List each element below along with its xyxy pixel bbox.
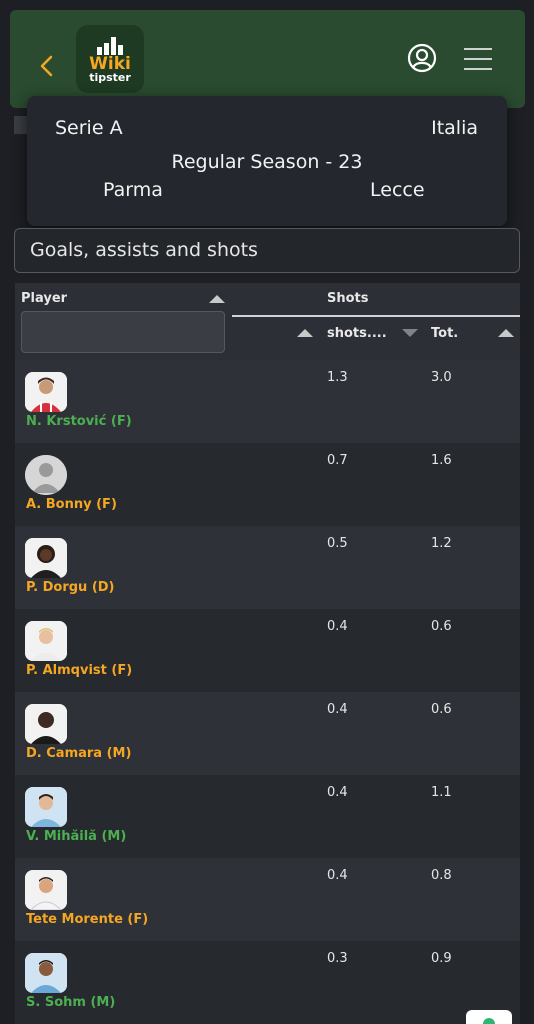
sort-up-icon[interactable] (209, 295, 225, 303)
shots-per-match-value: 0.4 (327, 619, 348, 634)
shots-per-match-value: 0.7 (327, 453, 348, 468)
player-filter-input[interactable] (21, 311, 225, 353)
menu-button[interactable] (462, 46, 494, 72)
total-shots-value: 1.2 (431, 536, 452, 551)
logo-word-wiki: Wiki (89, 54, 131, 74)
floating-action-button[interactable] (466, 1010, 512, 1024)
shots-group-header: Shots (327, 291, 369, 306)
table-row[interactable]: S. Sohm (M) 0.3 0.9 (15, 941, 520, 1024)
shots-per-match-value: 0.4 (327, 702, 348, 717)
player-avatar (25, 372, 67, 412)
table-row[interactable]: D. Camara (M) 0.4 0.6 (15, 692, 520, 775)
player-name[interactable]: P. Dorgu (D) (26, 580, 115, 595)
sort-up-icon[interactable] (297, 329, 313, 337)
player-avatar (25, 787, 67, 827)
total-shots-value: 1.1 (431, 785, 452, 800)
section-title: Goals, assists and shots (30, 239, 258, 261)
player-avatar (25, 704, 67, 744)
player-name[interactable]: Tete Morente (F) (26, 912, 148, 927)
status-dot-icon (483, 1018, 495, 1024)
table-row[interactable]: V. Mihăilă (M) 0.4 1.1 (15, 775, 520, 858)
total-shots-header[interactable]: Tot. (431, 326, 458, 341)
logo-bars-icon (97, 37, 123, 55)
user-circle-icon (407, 43, 437, 73)
round-label: Regular Season - 23 (171, 151, 363, 173)
player-avatar (25, 953, 67, 993)
table-row[interactable]: A. Bonny (F) 0.7 1.6 (15, 443, 520, 526)
total-shots-value: 0.6 (431, 619, 452, 634)
background-strip (14, 116, 28, 134)
shots-per-match-value: 0.4 (327, 868, 348, 883)
default-user-icon (25, 455, 67, 495)
country-name: Italia (431, 117, 478, 139)
shots-per-match-value: 0.3 (327, 951, 348, 966)
home-team[interactable]: Parma (103, 179, 163, 201)
player-name[interactable]: D. Camara (M) (26, 746, 131, 761)
player-name[interactable]: A. Bonny (F) (26, 497, 117, 512)
table-row[interactable]: P. Almqvist (F) 0.4 0.6 (15, 609, 520, 692)
player-name[interactable]: P. Almqvist (F) (26, 663, 132, 678)
wikitipster-logo[interactable]: Wiki tipster (76, 25, 144, 93)
sort-up-icon[interactable] (498, 329, 514, 337)
back-button[interactable] (38, 54, 56, 78)
table-row[interactable]: N. Krstović (F) 1.3 3.0 (15, 360, 520, 443)
player-name[interactable]: V. Mihăilă (M) (26, 829, 126, 844)
header-divider (232, 315, 520, 317)
shots-per-match-value: 1.3 (327, 370, 348, 385)
table-row[interactable]: P. Dorgu (D) 0.5 1.2 (15, 526, 520, 609)
player-avatar (25, 621, 67, 661)
league-name: Serie A (55, 117, 123, 139)
sort-down-icon[interactable] (402, 329, 418, 337)
player-column-header[interactable]: Player (21, 291, 67, 306)
stats-table: Player Shots shots.... Tot. N. Krstović … (15, 283, 520, 1024)
chevron-left-icon (40, 55, 53, 77)
away-team[interactable]: Lecce (370, 179, 425, 201)
shots-per-match-header[interactable]: shots.... (327, 326, 387, 341)
player-avatar (25, 870, 67, 910)
match-info-card: Serie A Italia Regular Season - 23 Parma… (27, 96, 507, 226)
total-shots-value: 0.8 (431, 868, 452, 883)
shots-per-match-value: 0.5 (327, 536, 348, 551)
player-avatar (25, 455, 67, 495)
profile-button[interactable] (406, 42, 438, 74)
table-header: Player Shots shots.... Tot. (15, 283, 520, 360)
total-shots-value: 1.6 (431, 453, 452, 468)
total-shots-value: 0.6 (431, 702, 452, 717)
hamburger-menu-icon (464, 48, 492, 70)
player-avatar (25, 538, 67, 578)
logo-word-tipster: tipster (89, 71, 131, 84)
total-shots-value: 3.0 (431, 370, 452, 385)
shots-per-match-value: 0.4 (327, 785, 348, 800)
player-name[interactable]: S. Sohm (M) (26, 995, 115, 1010)
section-selector[interactable]: Goals, assists and shots (14, 228, 520, 273)
player-name[interactable]: N. Krstović (F) (26, 414, 132, 429)
total-shots-value: 0.9 (431, 951, 452, 966)
table-row[interactable]: Tete Morente (F) 0.4 0.8 (15, 858, 520, 941)
